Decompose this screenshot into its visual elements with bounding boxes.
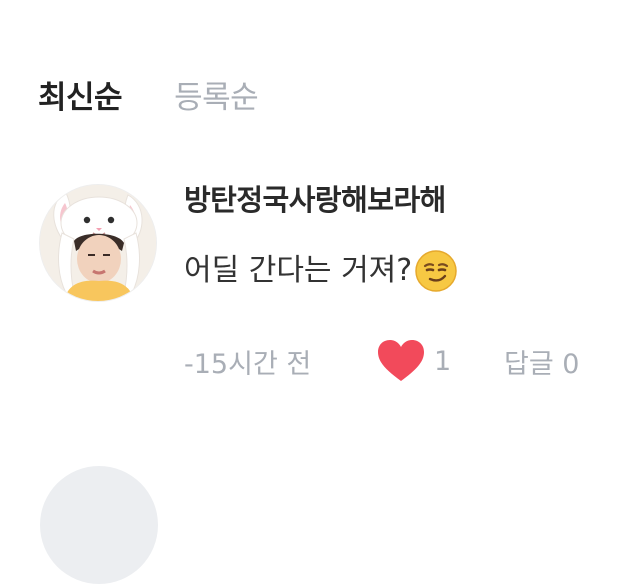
like-button[interactable]: 1 [376,339,504,383]
next-comment-avatar[interactable] [40,466,158,584]
avatar-image [40,185,156,301]
avatar[interactable] [39,184,157,302]
comment-text-label: 어딜 간다는 거져? [184,253,413,288]
like-count: 1 [434,345,452,377]
comment-timestamp: -15시간 전 [184,348,312,380]
comment-meta: -15시간 전 1 답글 0 [184,339,579,383]
comment-text: 어딜 간다는 거져? [184,249,624,293]
comment-body: 방탄정국사랑해보라해 어딜 간다는 거져? [184,180,624,293]
sort-latest-tab[interactable]: 최신순 [38,76,123,120]
reply-button[interactable]: 답글 0 [504,342,579,381]
smirking-face-icon [415,250,457,292]
heart-icon [378,340,424,381]
comment-item: 방탄정국사랑해보라해 어딜 간다는 거져? -15시간 전 1 답글 0 [0,180,641,400]
comment-username[interactable]: 방탄정국사랑해보라해 [184,180,624,220]
sort-tabs: 최신순 등록순 [38,76,259,120]
sort-registered-tab[interactable]: 등록순 [174,76,259,120]
